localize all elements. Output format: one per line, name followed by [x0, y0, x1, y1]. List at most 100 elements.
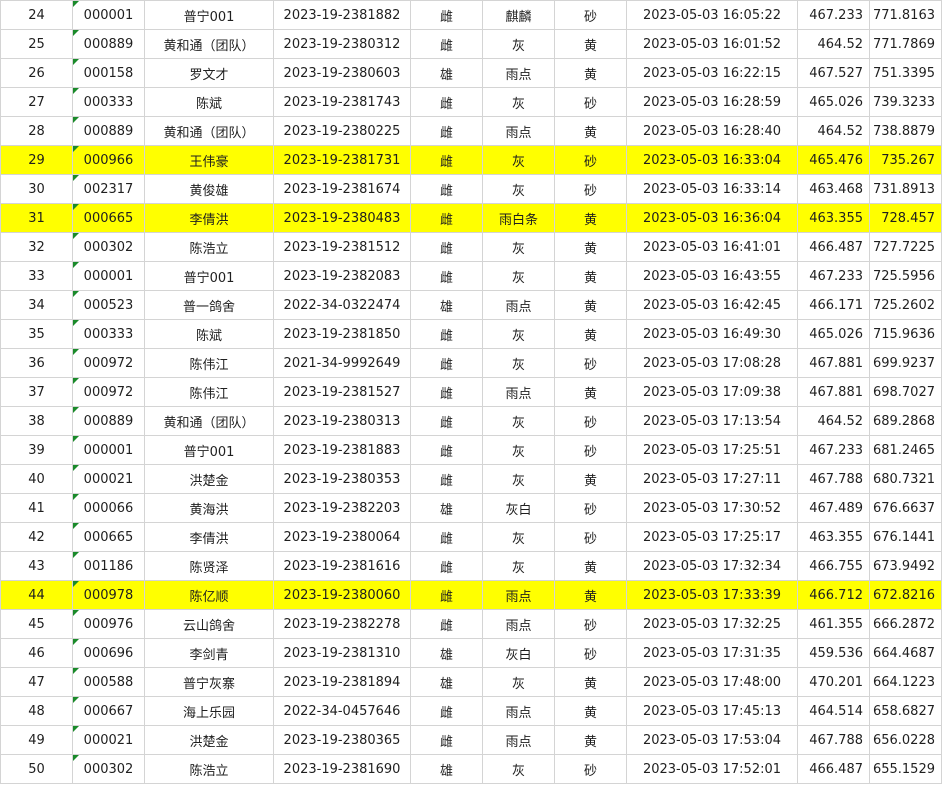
- distance-cell[interactable]: 470.201: [797, 667, 870, 697]
- feather-color-cell[interactable]: 雨点: [482, 725, 555, 755]
- rank-cell[interactable]: 45: [0, 609, 73, 639]
- sex-cell[interactable]: 雌: [410, 377, 483, 407]
- speed-cell[interactable]: 771.8163: [869, 0, 942, 30]
- speed-cell[interactable]: 751.3395: [869, 58, 942, 88]
- ring-number-cell[interactable]: 2023-19-2380603: [273, 58, 411, 88]
- speed-cell[interactable]: 666.2872: [869, 609, 942, 639]
- arrival-time-cell[interactable]: 2023-05-03 17:45:13: [626, 696, 798, 726]
- rank-cell[interactable]: 26: [0, 58, 73, 88]
- eye-color-cell[interactable]: 黄: [554, 29, 627, 59]
- sex-cell[interactable]: 雄: [410, 290, 483, 320]
- owner-name-cell[interactable]: 陈浩立: [144, 754, 274, 784]
- sex-cell[interactable]: 雌: [410, 261, 483, 291]
- ring-number-cell[interactable]: 2023-19-2381850: [273, 319, 411, 349]
- feather-color-cell[interactable]: 灰: [482, 29, 555, 59]
- sex-cell[interactable]: 雌: [410, 406, 483, 436]
- eye-color-cell[interactable]: 黄: [554, 696, 627, 726]
- arrival-time-cell[interactable]: 2023-05-03 16:41:01: [626, 232, 798, 262]
- ring-number-cell[interactable]: 2023-19-2381310: [273, 638, 411, 668]
- eye-color-cell[interactable]: 黄: [554, 551, 627, 581]
- eye-color-cell[interactable]: 砂: [554, 609, 627, 639]
- distance-cell[interactable]: 467.788: [797, 464, 870, 494]
- distance-cell[interactable]: 467.788: [797, 725, 870, 755]
- arrival-time-cell[interactable]: 2023-05-03 16:22:15: [626, 58, 798, 88]
- owner-name-cell[interactable]: 陈贤泽: [144, 551, 274, 581]
- speed-cell[interactable]: 676.1441: [869, 522, 942, 552]
- eye-color-cell[interactable]: 砂: [554, 522, 627, 552]
- sex-cell[interactable]: 雄: [410, 667, 483, 697]
- sex-cell[interactable]: 雌: [410, 725, 483, 755]
- sex-cell[interactable]: 雄: [410, 638, 483, 668]
- rank-cell[interactable]: 28: [0, 116, 73, 146]
- loft-id-cell[interactable]: 000302: [72, 232, 145, 262]
- sex-cell[interactable]: 雌: [410, 696, 483, 726]
- owner-name-cell[interactable]: 王伟豪: [144, 145, 274, 175]
- distance-cell[interactable]: 464.52: [797, 116, 870, 146]
- feather-color-cell[interactable]: 灰: [482, 754, 555, 784]
- loft-id-cell[interactable]: 000696: [72, 638, 145, 668]
- arrival-time-cell[interactable]: 2023-05-03 17:25:17: [626, 522, 798, 552]
- eye-color-cell[interactable]: 黄: [554, 261, 627, 291]
- arrival-time-cell[interactable]: 2023-05-03 16:28:40: [626, 116, 798, 146]
- owner-name-cell[interactable]: 李倩洪: [144, 203, 274, 233]
- sex-cell[interactable]: 雌: [410, 580, 483, 610]
- feather-color-cell[interactable]: 灰: [482, 435, 555, 465]
- eye-color-cell[interactable]: 黄: [554, 290, 627, 320]
- feather-color-cell[interactable]: 雨点: [482, 290, 555, 320]
- feather-color-cell[interactable]: 雨白条: [482, 203, 555, 233]
- loft-id-cell[interactable]: 000523: [72, 290, 145, 320]
- owner-name-cell[interactable]: 普宁001: [144, 261, 274, 291]
- sex-cell[interactable]: 雌: [410, 232, 483, 262]
- distance-cell[interactable]: 463.355: [797, 203, 870, 233]
- rank-cell[interactable]: 25: [0, 29, 73, 59]
- feather-color-cell[interactable]: 雨点: [482, 377, 555, 407]
- loft-id-cell[interactable]: 000889: [72, 406, 145, 436]
- eye-color-cell[interactable]: 黄: [554, 667, 627, 697]
- speed-cell[interactable]: 664.4687: [869, 638, 942, 668]
- owner-name-cell[interactable]: 陈伟江: [144, 348, 274, 378]
- eye-color-cell[interactable]: 黄: [554, 319, 627, 349]
- speed-cell[interactable]: 664.1223: [869, 667, 942, 697]
- arrival-time-cell[interactable]: 2023-05-03 16:33:04: [626, 145, 798, 175]
- eye-color-cell[interactable]: 黄: [554, 464, 627, 494]
- rank-cell[interactable]: 30: [0, 174, 73, 204]
- sex-cell[interactable]: 雌: [410, 435, 483, 465]
- speed-cell[interactable]: 728.457: [869, 203, 942, 233]
- arrival-time-cell[interactable]: 2023-05-03 16:05:22: [626, 0, 798, 30]
- feather-color-cell[interactable]: 灰: [482, 174, 555, 204]
- sex-cell[interactable]: 雌: [410, 116, 483, 146]
- distance-cell[interactable]: 466.487: [797, 232, 870, 262]
- eye-color-cell[interactable]: 砂: [554, 145, 627, 175]
- owner-name-cell[interactable]: 黄和通（团队）: [144, 29, 274, 59]
- arrival-time-cell[interactable]: 2023-05-03 17:48:00: [626, 667, 798, 697]
- ring-number-cell[interactable]: 2023-19-2380060: [273, 580, 411, 610]
- sex-cell[interactable]: 雌: [410, 87, 483, 117]
- loft-id-cell[interactable]: 000966: [72, 145, 145, 175]
- ring-number-cell[interactable]: 2023-19-2381731: [273, 145, 411, 175]
- loft-id-cell[interactable]: 002317: [72, 174, 145, 204]
- speed-cell[interactable]: 715.9636: [869, 319, 942, 349]
- rank-cell[interactable]: 32: [0, 232, 73, 262]
- rank-cell[interactable]: 31: [0, 203, 73, 233]
- speed-cell[interactable]: 676.6637: [869, 493, 942, 523]
- distance-cell[interactable]: 466.171: [797, 290, 870, 320]
- eye-color-cell[interactable]: 砂: [554, 638, 627, 668]
- distance-cell[interactable]: 463.468: [797, 174, 870, 204]
- owner-name-cell[interactable]: 普宁001: [144, 0, 274, 30]
- loft-id-cell[interactable]: 000302: [72, 754, 145, 784]
- sex-cell[interactable]: 雌: [410, 145, 483, 175]
- owner-name-cell[interactable]: 洪楚金: [144, 725, 274, 755]
- arrival-time-cell[interactable]: 2023-05-03 17:32:34: [626, 551, 798, 581]
- ring-number-cell[interactable]: 2023-19-2381512: [273, 232, 411, 262]
- sex-cell[interactable]: 雄: [410, 58, 483, 88]
- loft-id-cell[interactable]: 000021: [72, 464, 145, 494]
- distance-cell[interactable]: 464.52: [797, 406, 870, 436]
- arrival-time-cell[interactable]: 2023-05-03 17:08:28: [626, 348, 798, 378]
- ring-number-cell[interactable]: 2023-19-2380483: [273, 203, 411, 233]
- eye-color-cell[interactable]: 砂: [554, 493, 627, 523]
- rank-cell[interactable]: 39: [0, 435, 73, 465]
- speed-cell[interactable]: 689.2868: [869, 406, 942, 436]
- eye-color-cell[interactable]: 砂: [554, 435, 627, 465]
- feather-color-cell[interactable]: 灰: [482, 406, 555, 436]
- loft-id-cell[interactable]: 000665: [72, 203, 145, 233]
